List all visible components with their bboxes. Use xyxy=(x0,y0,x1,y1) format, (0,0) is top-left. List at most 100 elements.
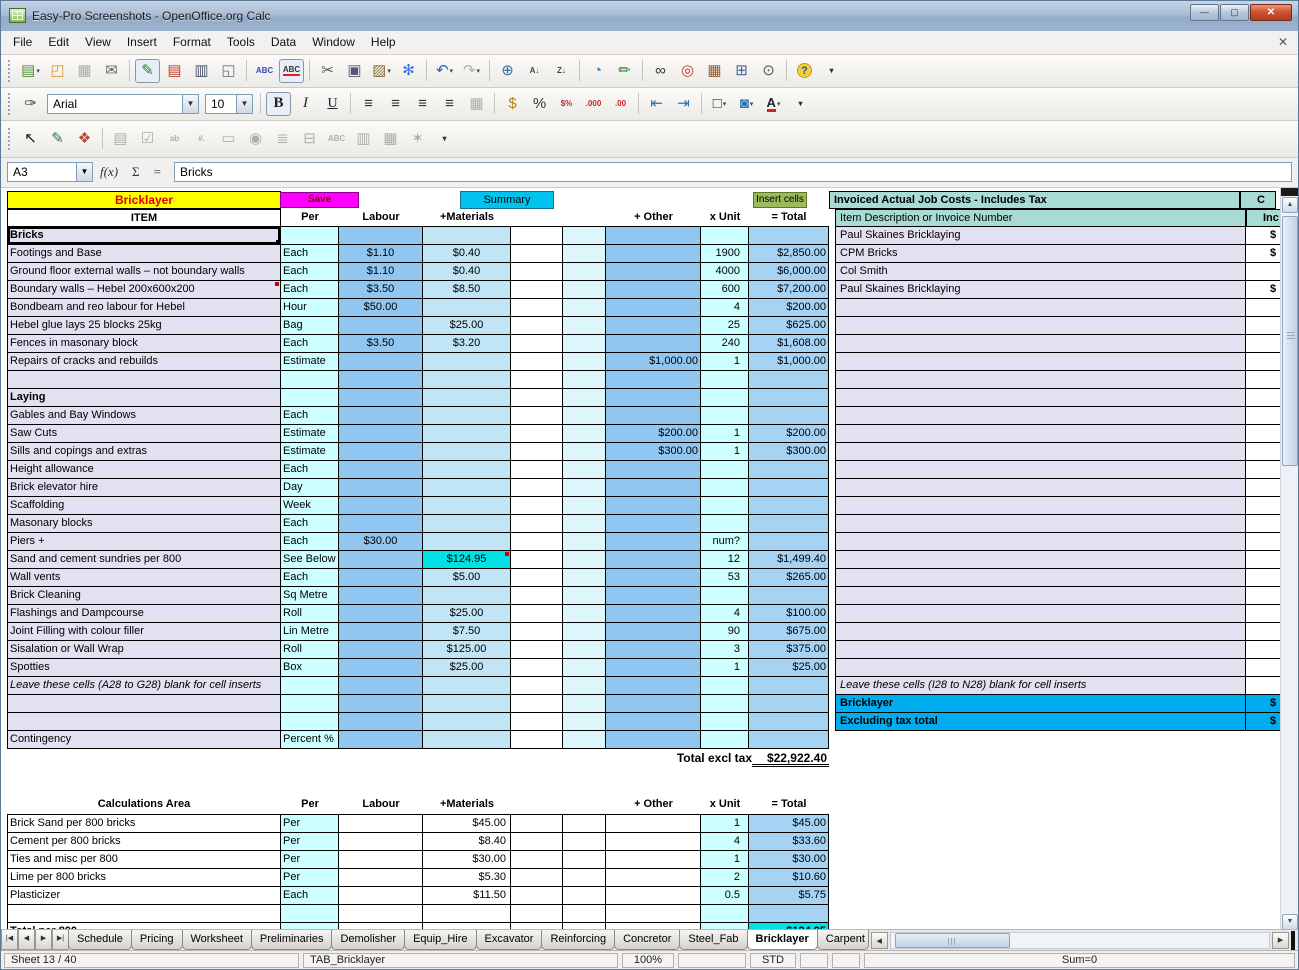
cell-oth[interactable] xyxy=(606,497,701,515)
cell-invoice-amount[interactable] xyxy=(1246,659,1282,677)
column-header[interactable]: Per xyxy=(281,209,339,226)
cell-sp1[interactable] xyxy=(511,677,563,695)
cell-sp2[interactable] xyxy=(563,497,606,515)
cell-invoice-description[interactable] xyxy=(835,515,1246,533)
invoice-subheader-cell[interactable]: Item Description or Invoice Number xyxy=(835,209,1246,227)
cell-invoice-description[interactable] xyxy=(835,317,1246,335)
font-size-combo[interactable]: 10 ▼ xyxy=(205,94,253,114)
cell-item[interactable]: Height allowance xyxy=(7,461,281,479)
chevron-down-icon[interactable]: ▼ xyxy=(236,95,252,113)
cell-per[interactable]: Week xyxy=(281,497,339,515)
cell-tot[interactable] xyxy=(749,713,829,731)
cell-tot[interactable]: $25.00 xyxy=(749,659,829,677)
cell-invoice-amount[interactable] xyxy=(1246,569,1282,587)
align-left-icon[interactable]: ≡ xyxy=(356,92,381,116)
menu-item-format[interactable]: Format xyxy=(165,32,219,52)
cell-tot[interactable]: $265.00 xyxy=(749,569,829,587)
cell-unit[interactable] xyxy=(701,227,749,245)
cell-tot[interactable] xyxy=(749,533,829,551)
cell-lab[interactable] xyxy=(339,623,423,641)
cell-mat[interactable] xyxy=(423,695,511,713)
cell-invoice-description[interactable]: Paul Skaines Bricklaying xyxy=(835,227,1246,245)
undo-icon[interactable]: ↶▾ xyxy=(432,59,457,83)
column-header[interactable]: ITEM xyxy=(7,209,281,226)
menu-item-insert[interactable]: Insert xyxy=(119,32,165,52)
cell-mat[interactable] xyxy=(423,731,511,749)
cell-tot[interactable] xyxy=(749,389,829,407)
cell-tot[interactable] xyxy=(749,371,829,389)
sheet-tab-concretor[interactable]: Concretor xyxy=(614,930,680,950)
sheet-tab-steel_fab[interactable]: Steel_Fab xyxy=(679,930,747,950)
calc-cell-oth[interactable] xyxy=(606,851,701,869)
cell-tot[interactable]: $6,000.00 xyxy=(749,263,829,281)
cell-unit[interactable]: 4000 xyxy=(701,263,749,281)
increase-indent-icon[interactable]: ⇥ xyxy=(671,92,696,116)
cell-lab[interactable] xyxy=(339,551,423,569)
cell-mat[interactable] xyxy=(423,677,511,695)
cell-mat[interactable] xyxy=(423,713,511,731)
cell-tot[interactable]: $7,200.00 xyxy=(749,281,829,299)
close-icon[interactable]: ✕ xyxy=(1250,4,1292,21)
cell-per[interactable] xyxy=(281,371,339,389)
calc-cell-lab[interactable] xyxy=(339,815,423,833)
cell-lab[interactable] xyxy=(339,605,423,623)
number-format-standard-icon[interactable]: $% xyxy=(554,92,579,116)
cell-tot[interactable] xyxy=(749,407,829,425)
calc-cell-sp1[interactable] xyxy=(511,905,563,923)
cell-oth[interactable] xyxy=(606,317,701,335)
cell-tot[interactable] xyxy=(749,677,829,695)
cell-per[interactable]: Sq Metre xyxy=(281,587,339,605)
cell-per[interactable]: Percent % xyxy=(281,731,339,749)
cell-invoice-amount[interactable]: $ xyxy=(1246,245,1282,263)
cell-mat[interactable]: $3.20 xyxy=(423,335,511,353)
cell-invoice-description[interactable] xyxy=(835,299,1246,317)
cell-sp2[interactable] xyxy=(563,605,606,623)
cell-per[interactable]: Each xyxy=(281,407,339,425)
cell-invoice-description[interactable] xyxy=(835,659,1246,677)
cell-sp1[interactable] xyxy=(511,695,563,713)
cell-lab[interactable] xyxy=(339,317,423,335)
cell-invoice-description[interactable] xyxy=(835,425,1246,443)
cell-mat[interactable] xyxy=(423,227,511,245)
cell-invoice-amount[interactable]: $ xyxy=(1246,695,1282,713)
sort-descending-icon[interactable]: Z↓ xyxy=(549,59,574,83)
split-handle[interactable] xyxy=(1281,188,1298,196)
cell-lab[interactable] xyxy=(339,713,423,731)
vertical-scroll-thumb[interactable] xyxy=(1282,216,1298,466)
draw-functions-icon[interactable]: ✏ xyxy=(612,59,637,83)
cell-tot[interactable]: $1,000.00 xyxy=(749,353,829,371)
cell-unit[interactable]: 1900 xyxy=(701,245,749,263)
cell-oth[interactable] xyxy=(606,731,701,749)
cell-per[interactable] xyxy=(281,677,339,695)
cell-per[interactable] xyxy=(281,227,339,245)
cell-sp1[interactable] xyxy=(511,371,563,389)
cell-mat[interactable]: $0.40 xyxy=(423,263,511,281)
paste-icon[interactable]: ▨▾ xyxy=(369,59,394,83)
cell-invoice-description[interactable] xyxy=(835,389,1246,407)
cell-oth[interactable]: $200.00 xyxy=(606,425,701,443)
delete-decimal-place-icon[interactable]: .00 xyxy=(608,92,633,116)
cell-sp2[interactable] xyxy=(563,281,606,299)
calc-cell-unit[interactable]: 0.5 xyxy=(701,887,749,905)
column-header[interactable]: = Total xyxy=(749,796,829,814)
menu-item-data[interactable]: Data xyxy=(263,32,304,52)
column-header[interactable] xyxy=(563,209,606,226)
cell-sp1[interactable] xyxy=(511,641,563,659)
cell-invoice-description[interactable] xyxy=(835,497,1246,515)
cell-item[interactable]: Sills and copings and extras xyxy=(7,443,281,461)
calc-cell-sp2[interactable] xyxy=(563,833,606,851)
cell-unit[interactable] xyxy=(701,731,749,749)
cell-sp1[interactable] xyxy=(511,587,563,605)
cell-item[interactable]: Hebel glue lays 25 blocks 25kg xyxy=(7,317,281,335)
invoice-subheader-partial[interactable]: Inc xyxy=(1246,209,1282,227)
cell-sp1[interactable] xyxy=(511,515,563,533)
cell-invoice-description[interactable] xyxy=(835,569,1246,587)
number-format-currency-icon[interactable]: $ xyxy=(500,92,525,116)
cell-lab[interactable] xyxy=(339,479,423,497)
toolbar-more-icon[interactable]: ▾ xyxy=(788,92,813,116)
cell-invoice-amount[interactable] xyxy=(1246,551,1282,569)
menu-item-window[interactable]: Window xyxy=(304,32,363,52)
cell-oth[interactable] xyxy=(606,479,701,497)
calc-cell-sp1[interactable] xyxy=(511,887,563,905)
cell-tot[interactable] xyxy=(749,227,829,245)
